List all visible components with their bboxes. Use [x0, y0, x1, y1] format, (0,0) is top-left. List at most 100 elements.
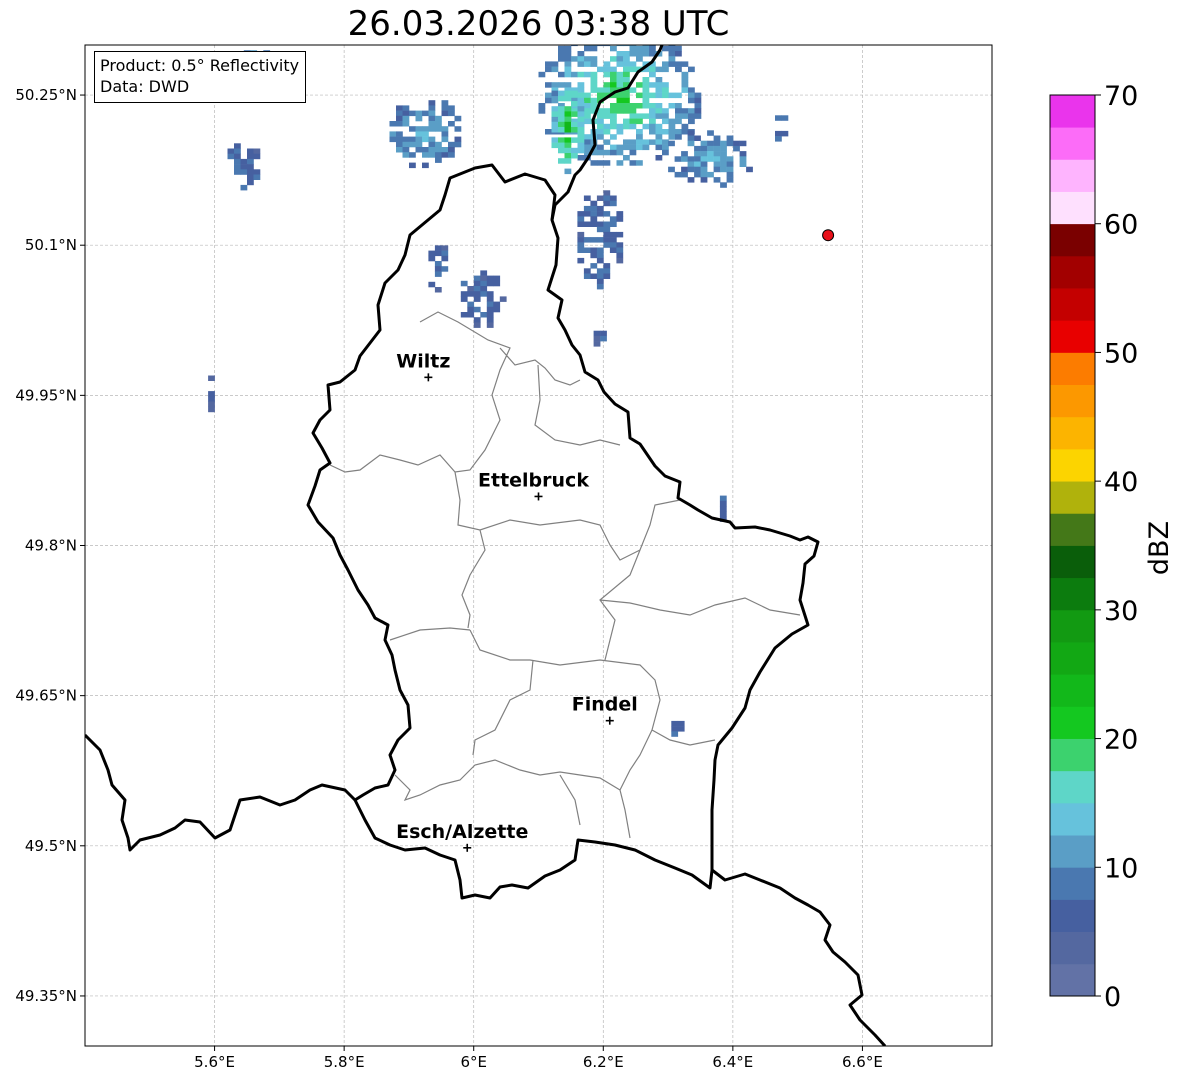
- echo-pixel: [636, 144, 643, 151]
- echo-pixel: [636, 129, 643, 135]
- echo-pixel: [234, 158, 241, 165]
- echo-pixel: [240, 184, 248, 191]
- echo-pixel: [577, 132, 585, 138]
- echo-pixel: [577, 216, 585, 222]
- echo-pixel: [739, 161, 747, 167]
- echo-pixel: [558, 51, 565, 57]
- echo-pixel: [687, 177, 695, 183]
- echo-pixel: [662, 82, 669, 88]
- echo-pixel: [473, 306, 481, 313]
- echo-pixel: [668, 166, 675, 173]
- echo-pixel: [208, 401, 215, 407]
- echo-pixel: [681, 82, 689, 88]
- echo-pixel: [629, 45, 637, 52]
- echo-pixel: [642, 103, 650, 109]
- echo-pixel: [713, 145, 721, 152]
- echo-pixel: [428, 121, 436, 127]
- colorbar-segment: [1050, 577, 1095, 611]
- echo-pixel: [610, 71, 617, 78]
- echo-pixel: [467, 306, 475, 313]
- colorbar-tick-label: 30: [1104, 596, 1138, 627]
- echo-pixel: [688, 108, 695, 114]
- colorbar: 0 10 20 30 40 50 60 70: [1049, 81, 1138, 1013]
- echo-pixel: [616, 242, 624, 248]
- echo-pixel: [603, 190, 611, 196]
- echo-pixel: [571, 71, 578, 78]
- city-label: Findel: [572, 694, 638, 716]
- echo-pixel: [428, 281, 436, 288]
- echo-pixel: [577, 221, 585, 227]
- echo-pixel: [583, 237, 591, 243]
- echo-pixel: [603, 66, 611, 73]
- echo-pixel: [551, 127, 559, 133]
- echo-pixel: [739, 156, 747, 162]
- echo-pixel: [428, 100, 436, 106]
- echo-pixel: [713, 156, 721, 162]
- product-text: Product: 0.5° Reflectivity: [100, 56, 300, 75]
- echo-pixel: [593, 335, 601, 342]
- echo-pixel: [610, 35, 617, 41]
- echo-pixel: [583, 221, 591, 227]
- echo-pixel: [577, 82, 585, 88]
- echo-pixel: [467, 291, 475, 297]
- echo-pixel: [781, 115, 789, 121]
- echo-pixel: [590, 61, 598, 67]
- echo-pixel: [558, 71, 565, 78]
- echo-pixel: [629, 87, 637, 93]
- colorbar-segment: [1050, 899, 1095, 933]
- echo-pixel: [564, 116, 572, 123]
- echo-pixel: [694, 161, 701, 167]
- echo-pixel: [247, 164, 254, 170]
- echo-pixel: [655, 155, 663, 161]
- echo-pixel: [590, 97, 598, 104]
- echo-pixel: [577, 111, 585, 117]
- colorbar-segment: [1050, 352, 1095, 386]
- echo-pixel: [603, 195, 611, 201]
- lon-tick-label: 5.6°E: [194, 1053, 235, 1071]
- echo-pixel: [707, 130, 714, 136]
- lat-tick-label: 50.1°N: [25, 236, 77, 254]
- echo-pixel: [590, 216, 598, 222]
- echo-pixel: [597, 66, 604, 73]
- echo-pixel: [603, 237, 611, 243]
- echo-pixel: [571, 111, 578, 117]
- echo-pixel: [603, 123, 611, 130]
- echo-pixel: [603, 87, 611, 93]
- echo-pixel: [428, 105, 436, 111]
- echo-pixel: [688, 113, 695, 119]
- echo-pixel: [610, 123, 617, 130]
- echo-pixel: [597, 92, 604, 99]
- echo-pixel: [558, 158, 565, 164]
- echo-pixel: [603, 268, 611, 274]
- echo-pixel: [473, 296, 481, 302]
- echo-pixel: [662, 87, 669, 93]
- echo-pixel: [480, 312, 488, 318]
- echo-pixel: [208, 406, 215, 413]
- echo-pixel: [486, 301, 494, 308]
- echo-pixel: [726, 140, 734, 147]
- echo-pixel: [428, 255, 436, 262]
- echo-pixel: [726, 166, 734, 173]
- echo-pixel: [700, 151, 708, 157]
- echo-pixel: [590, 252, 598, 259]
- echo-pixel: [739, 151, 747, 157]
- echo-pixel: [571, 90, 578, 97]
- echo-pixel: [460, 312, 468, 318]
- lon-tick-label: 6.4°E: [712, 1053, 753, 1071]
- echo-pixel: [234, 164, 241, 170]
- echo-pixel: [681, 129, 689, 135]
- echo-pixel: [564, 45, 572, 52]
- echo-pixel: [247, 153, 254, 160]
- echo-pixel: [551, 82, 559, 88]
- echo-pixel: [610, 82, 617, 88]
- echo-pixel: [422, 152, 429, 158]
- echo-pixel: [597, 87, 604, 93]
- echo-pixel: [584, 35, 591, 41]
- echo-pixel: [609, 242, 617, 248]
- echo-pixel: [590, 221, 598, 227]
- echo-pixel: [609, 247, 617, 253]
- echo-pixel: [558, 127, 565, 133]
- echo-pixel: [681, 123, 689, 130]
- echo-pixel: [558, 111, 565, 117]
- echo-pixel: [675, 51, 682, 57]
